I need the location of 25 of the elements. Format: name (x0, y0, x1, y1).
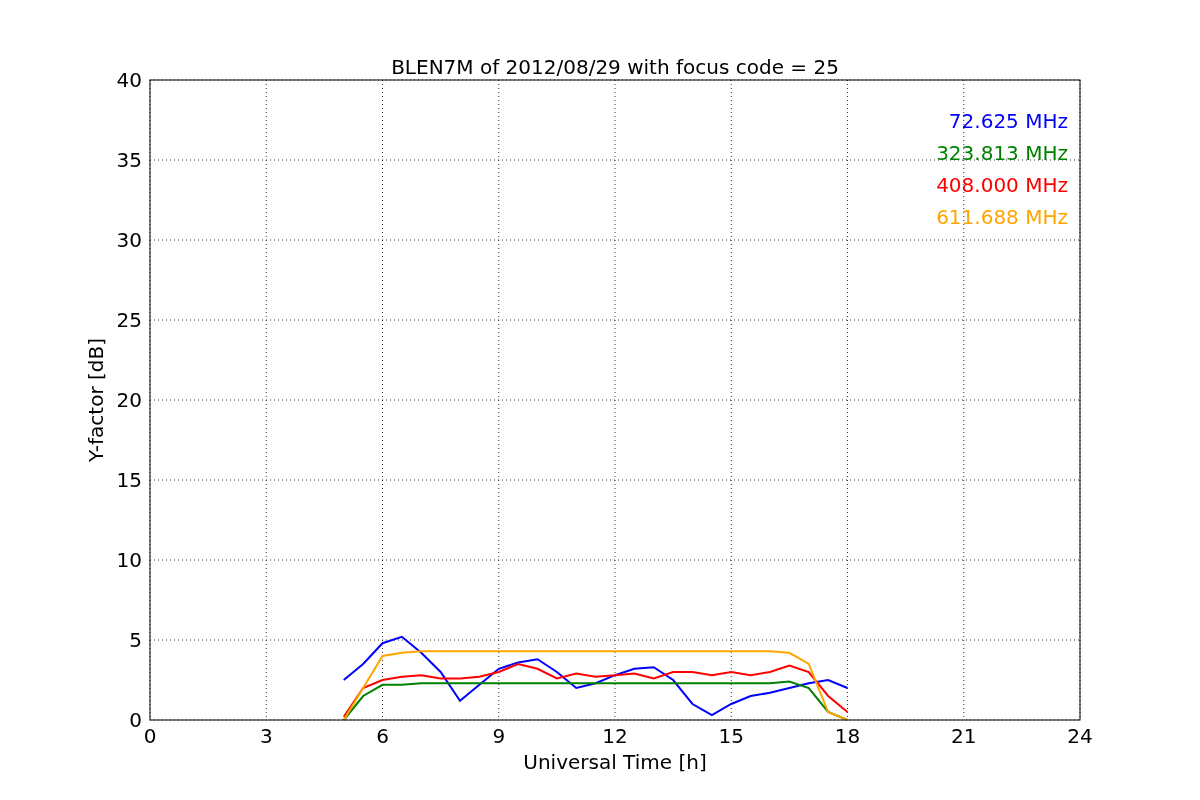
y-tick-label: 0 (129, 708, 142, 732)
y-tick-label: 40 (116, 68, 142, 92)
legend-label: 408.000 MHz (936, 173, 1068, 197)
x-tick-label: 18 (834, 724, 861, 748)
y-tick-label: 15 (116, 468, 142, 492)
y-axis-label: Y-factor [dB] (84, 338, 108, 462)
x-tick-label: 3 (259, 724, 273, 748)
chart-title: BLEN7M of 2012/08/29 with focus code = 25 (391, 55, 839, 79)
x-tick-label: 21 (951, 724, 977, 748)
y-tick-label: 10 (116, 548, 142, 572)
x-tick-label: 6 (376, 724, 389, 748)
x-tick-label: 15 (718, 724, 744, 748)
legend-label: 611.688 MHz (936, 205, 1068, 229)
y-tick-label: 30 (116, 228, 142, 252)
legend-label: 323.813 MHz (936, 141, 1068, 165)
y-tick-label: 35 (116, 148, 142, 172)
x-tick-label: 24 (1067, 724, 1093, 748)
x-tick-label: 0 (143, 724, 157, 748)
y-tick-label: 5 (129, 628, 142, 652)
legend-label: 72.625 MHz (948, 109, 1068, 133)
x-tick-label: 12 (602, 724, 628, 748)
y-tick-label: 20 (116, 388, 142, 412)
y-tick-label: 25 (116, 308, 142, 332)
x-axis-label: Universal Time [h] (523, 750, 707, 774)
x-tick-label: 9 (492, 724, 506, 748)
